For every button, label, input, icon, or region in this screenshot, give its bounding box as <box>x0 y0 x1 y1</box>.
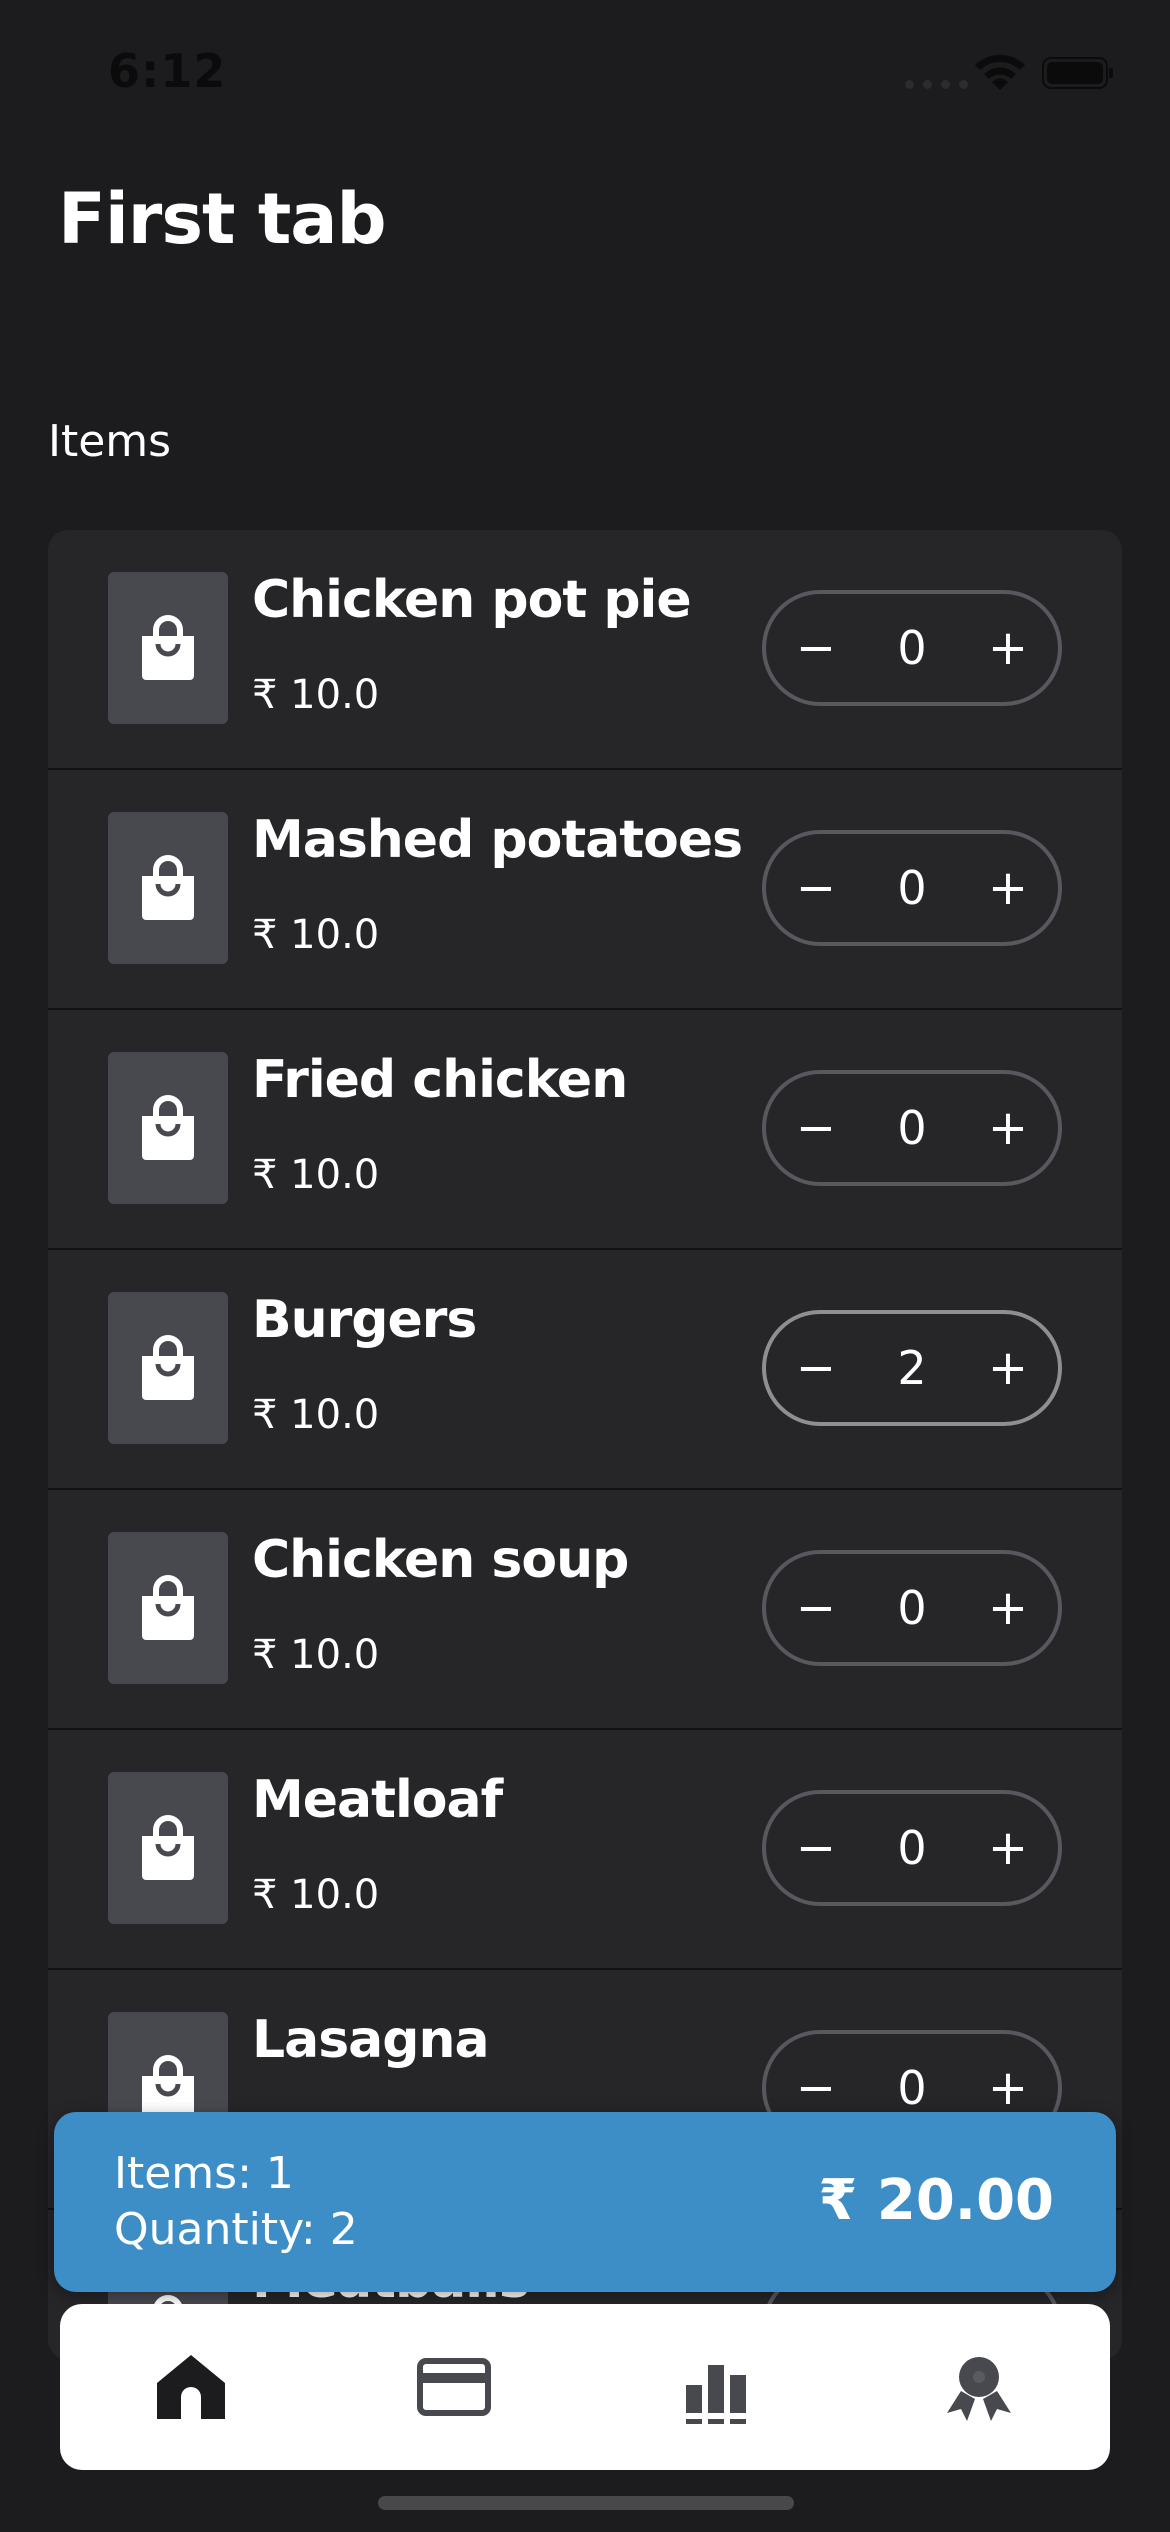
tab-payments[interactable] <box>364 2317 544 2457</box>
decrement-button[interactable]: − <box>766 1554 866 1662</box>
shopping-bag-icon <box>138 1574 198 1642</box>
decrement-button[interactable]: − <box>766 834 866 942</box>
quantity-stepper: −0 + <box>762 1550 1062 1666</box>
quantity-stepper: −2 + <box>762 1310 1062 1426</box>
list-item: Chicken pot pie ₹ 10.0 −0 + <box>48 530 1122 770</box>
item-thumbnail <box>108 812 228 964</box>
increment-button[interactable]: + <box>958 594 1058 702</box>
item-name: Meatloaf <box>252 1770 503 1830</box>
shopping-bag-icon <box>138 1334 198 1402</box>
bottom-tab-bar <box>60 2304 1110 2470</box>
item-name: Chicken pot pie <box>252 570 692 630</box>
item-price: ₹ 10.0 <box>252 912 380 958</box>
award-badge-icon <box>946 2357 1011 2421</box>
list-item: Fried chicken ₹ 10.0 −0 + <box>48 1010 1122 1250</box>
tab-home[interactable] <box>101 2317 281 2457</box>
shopping-bag-icon <box>138 1094 198 1162</box>
quantity-value: 0 <box>897 1821 927 1875</box>
item-price: ₹ 10.0 <box>252 1872 380 1918</box>
summary-total: ₹ 20.00 <box>818 2168 1054 2233</box>
list-item: Meatloaf ₹ 10.0 −0 + <box>48 1730 1122 1970</box>
home-indicator <box>378 2496 794 2510</box>
home-icon <box>157 2355 226 2419</box>
item-name: Burgers <box>252 1290 477 1350</box>
tab-rewards[interactable] <box>889 2317 1069 2457</box>
wifi-icon <box>975 54 1025 90</box>
status-time: 6:12 <box>108 44 227 98</box>
item-price: ₹ 10.0 <box>252 672 380 718</box>
status-bar: 6:12 <box>0 0 1170 150</box>
quantity-stepper: −0 + <box>762 590 1062 706</box>
quantity-value: 0 <box>897 2061 927 2115</box>
shopping-bag-icon <box>138 854 198 922</box>
increment-button[interactable]: + <box>958 1314 1058 1422</box>
decrement-button[interactable]: − <box>766 1794 866 1902</box>
item-thumbnail <box>108 572 228 724</box>
item-name: Mashed potatoes <box>252 810 743 870</box>
item-name: Chicken soup <box>252 1530 629 1590</box>
item-thumbnail <box>108 1292 228 1444</box>
decrement-button[interactable]: − <box>766 594 866 702</box>
list-item: Mashed potatoes ₹ 10.0 −0 + <box>48 770 1122 1010</box>
increment-button[interactable]: + <box>958 1554 1058 1662</box>
quantity-value: 0 <box>897 621 927 675</box>
cart-summary-bar[interactable]: Items: 1 Quantity: 2 ₹ 20.00 <box>54 2112 1116 2292</box>
bar-chart-icon <box>686 2365 747 2424</box>
shopping-bag-icon <box>138 614 198 682</box>
increment-button[interactable]: + <box>958 1794 1058 1902</box>
quantity-stepper: −0 + <box>762 830 1062 946</box>
battery-icon <box>1042 57 1113 89</box>
summary-quantity: Quantity: 2 <box>114 2204 358 2255</box>
quantity-value: 2 <box>897 1341 927 1395</box>
quantity-stepper: −0 + <box>762 1790 1062 1906</box>
section-label: Items <box>48 416 172 467</box>
quantity-value: 0 <box>897 1581 927 1635</box>
shopping-bag-icon <box>138 1814 198 1882</box>
page-title: First tab <box>58 178 387 260</box>
decrement-button[interactable]: − <box>766 1314 866 1422</box>
list-item: Burgers ₹ 10.0 −2 + <box>48 1250 1122 1490</box>
summary-items-count: Items: 1 <box>114 2148 294 2199</box>
item-thumbnail <box>108 1772 228 1924</box>
quantity-stepper: −0 + <box>762 1070 1062 1186</box>
increment-button[interactable]: + <box>958 1074 1058 1182</box>
item-name: Fried chicken <box>252 1050 628 1110</box>
decrement-button[interactable]: − <box>766 1074 866 1182</box>
item-thumbnail <box>108 1052 228 1204</box>
quantity-value: 0 <box>897 1101 927 1155</box>
tab-stats[interactable] <box>626 2317 806 2457</box>
quantity-value: 0 <box>897 861 927 915</box>
increment-button[interactable]: + <box>958 834 1058 942</box>
list-item: Chicken soup ₹ 10.0 −0 + <box>48 1490 1122 1730</box>
items-list: Chicken pot pie ₹ 10.0−0 + Mashed potatoes ₹… <box>48 530 1122 2360</box>
item-thumbnail <box>108 1532 228 1684</box>
credit-card-icon <box>416 2358 491 2416</box>
item-price: ₹ 10.0 <box>252 1632 380 1678</box>
item-price: ₹ 10.0 <box>252 1152 380 1198</box>
item-price: ₹ 10.0 <box>252 1392 380 1438</box>
signal-dots-icon <box>905 80 968 89</box>
item-name: Lasagna <box>252 2010 490 2070</box>
